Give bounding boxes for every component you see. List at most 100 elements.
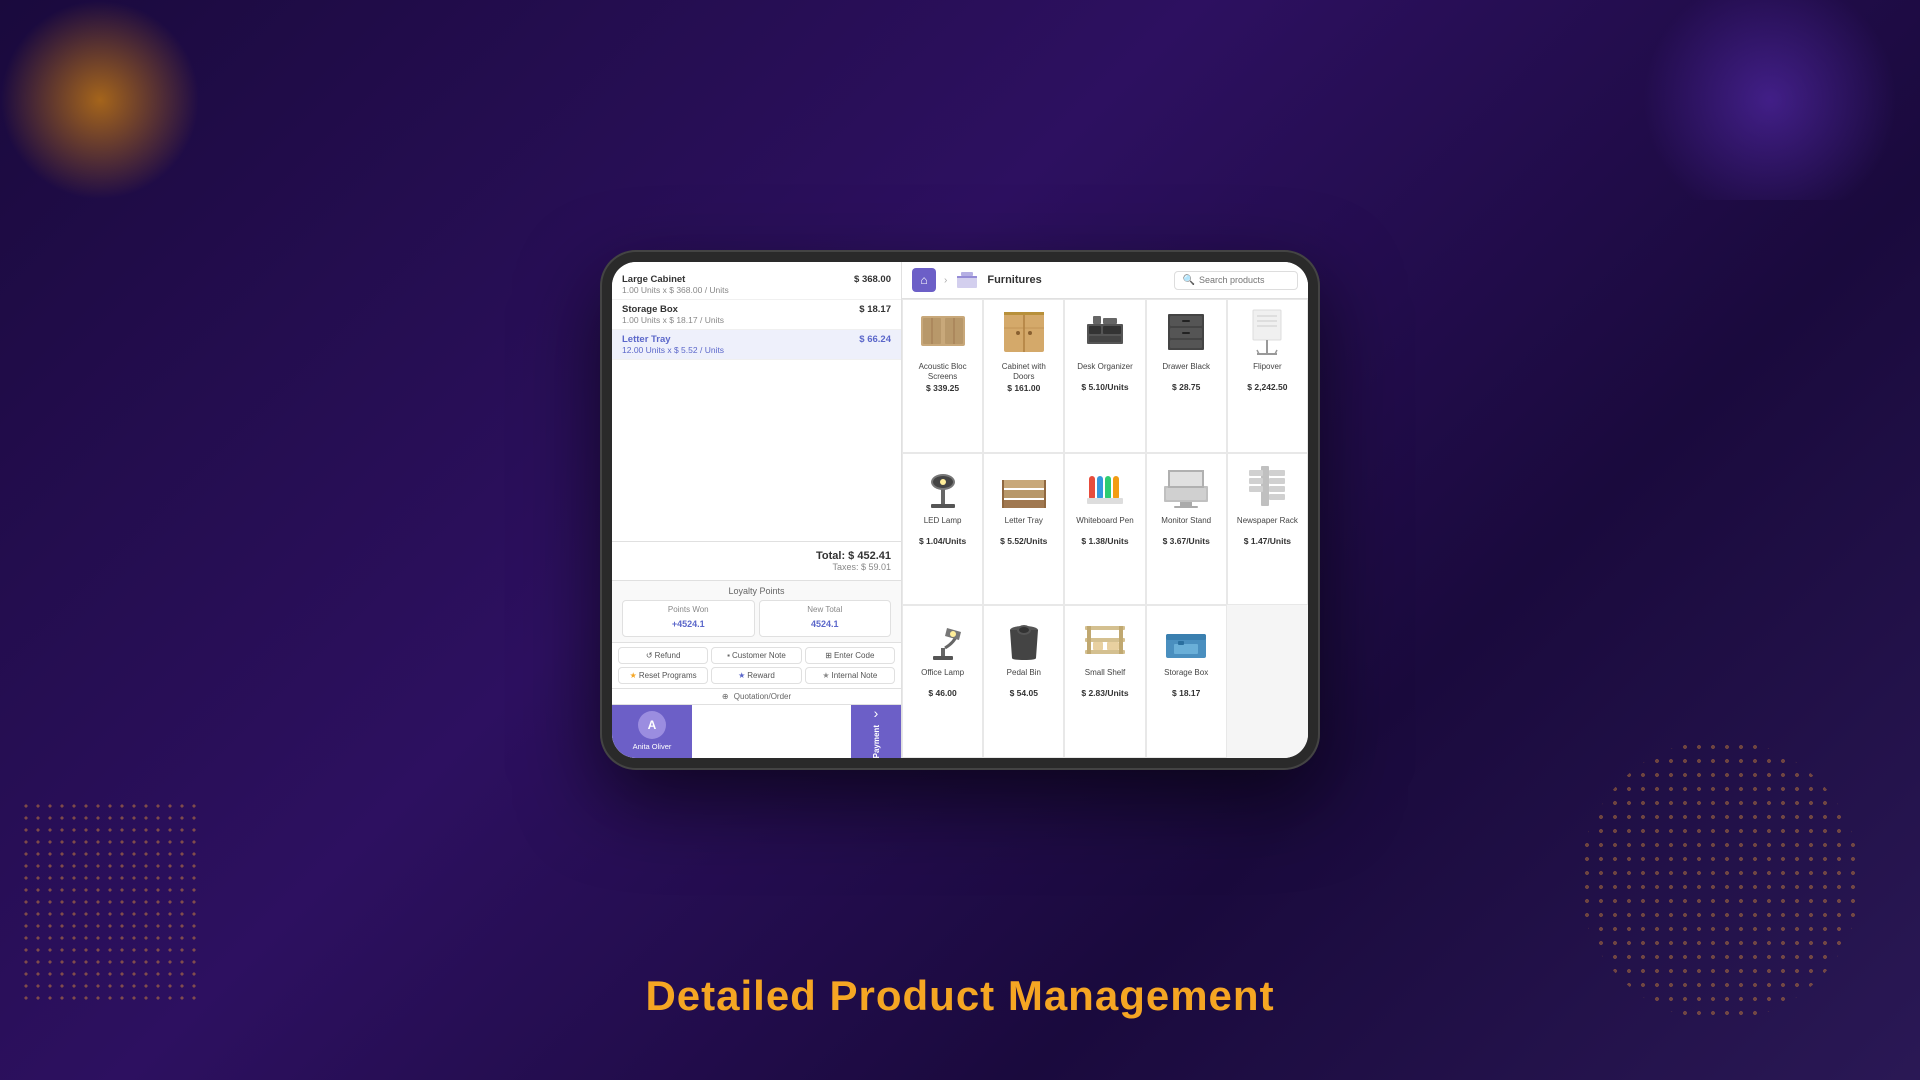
product-card-officelamp[interactable]: Office Lamp $ 46.00 [902, 605, 983, 758]
product-card-flipover[interactable]: Flipover $ 2,242.50 [1227, 299, 1308, 453]
points-won-box: Points Won +4524.1 [622, 600, 755, 637]
product-image-cabinet [998, 306, 1050, 358]
tablet-frame: Large Cabinet $ 368.00 1.00 Units x $ 36… [600, 250, 1320, 770]
points-won-value: +4524.1 [672, 619, 705, 629]
product-image-acoustic [917, 306, 969, 358]
bg-dots-left [20, 800, 200, 1000]
bg-glow-right [1620, 0, 1920, 200]
tablet-screen: Large Cabinet $ 368.00 1.00 Units x $ 36… [612, 262, 1308, 758]
enter-code-button[interactable]: Enter Code [805, 647, 895, 664]
products-panel: ⌂ › Furnitures 🔍 [902, 262, 1308, 758]
search-box[interactable]: 🔍 [1174, 271, 1298, 290]
home-button[interactable]: ⌂ [912, 268, 936, 292]
product-price: $ 339.25 [926, 383, 959, 393]
product-price: $ 3.67/Units [1163, 536, 1210, 546]
product-price: $ 5.52/Units [1000, 536, 1047, 546]
points-won-label: Points Won [629, 605, 748, 614]
product-grid: Acoustic Bloc Screens $ 339.25 [902, 299, 1308, 758]
taxes-value: $ 59.01 [861, 562, 891, 572]
bg-dots-right [1580, 740, 1860, 1020]
product-card-shelf[interactable]: Small Shelf $ 2.83/Units [1064, 605, 1145, 758]
action-buttons: Refund Customer Note Enter Code Reset Pr… [612, 642, 901, 688]
payment-label: Payment [872, 725, 881, 758]
product-price: $ 18.17 [1172, 688, 1200, 698]
product-name: Monitor Stand [1161, 516, 1211, 534]
product-image-tray [998, 460, 1050, 512]
order-item[interactable]: Storage Box $ 18.17 1.00 Units x $ 18.17… [612, 300, 901, 330]
order-item-price: $ 368.00 [854, 274, 891, 285]
reset-programs-button[interactable]: Reset Programs [618, 667, 708, 684]
search-input[interactable] [1199, 275, 1289, 285]
order-panel: Large Cabinet $ 368.00 1.00 Units x $ 36… [612, 262, 902, 758]
product-image-flipover [1241, 306, 1293, 358]
product-name: Storage Box [1164, 668, 1208, 686]
numpad [692, 705, 851, 758]
product-card-tray[interactable]: Letter Tray $ 5.52/Units [983, 453, 1064, 606]
product-image-storage [1160, 612, 1212, 664]
tag-icon: ⊕ [722, 692, 729, 701]
order-item-detail: 1.00 Units x $ 18.17 / Units [622, 315, 891, 325]
product-card-monitor[interactable]: Monitor Stand $ 3.67/Units [1146, 453, 1227, 606]
product-card-lamp[interactable]: LED Lamp $ 1.04/Units [902, 453, 983, 606]
product-price: $ 46.00 [928, 688, 956, 698]
payment-chevron-icon: › [874, 705, 879, 721]
product-card-bin[interactable]: Pedal Bin $ 54.05 [983, 605, 1064, 758]
order-item-detail: 12.00 Units x $ 5.52 / Units [622, 345, 891, 355]
order-total: Total: $ 452.41 Taxes: $ 59.01 [612, 541, 901, 580]
search-icon: 🔍 [1183, 275, 1195, 286]
product-price: $ 2.83/Units [1081, 688, 1128, 698]
product-name: Office Lamp [921, 668, 964, 686]
order-item-highlighted[interactable]: Letter Tray $ 66.24 12.00 Units x $ 5.52… [612, 330, 901, 360]
product-image-pen [1079, 460, 1131, 512]
product-price: $ 1.04/Units [919, 536, 966, 546]
internal-note-button[interactable]: Internal Note [805, 667, 895, 684]
product-name: Newspaper Rack [1237, 516, 1298, 534]
order-item-name: Storage Box [622, 304, 678, 315]
product-image-newspaper [1241, 460, 1293, 512]
total-label: Total: [816, 550, 845, 562]
product-name: Pedal Bin [1007, 668, 1041, 686]
product-card-pen[interactable]: Whiteboard Pen $ 1.38/Units [1064, 453, 1145, 606]
product-header: ⌂ › Furnitures 🔍 [902, 262, 1308, 299]
order-item-name: Letter Tray [622, 334, 671, 345]
category-icon [955, 268, 979, 292]
order-item[interactable]: Large Cabinet $ 368.00 1.00 Units x $ 36… [612, 270, 901, 300]
product-card-acoustic[interactable]: Acoustic Bloc Screens $ 339.25 [902, 299, 983, 453]
product-price: $ 1.38/Units [1081, 536, 1128, 546]
product-price: $ 54.05 [1010, 688, 1038, 698]
customer-area[interactable]: A Anita Oliver [612, 705, 692, 758]
payment-button[interactable]: › Payment [851, 705, 901, 758]
product-name: Drawer Black [1162, 362, 1210, 380]
product-card-cabinet[interactable]: Cabinet with Doors $ 161.00 [983, 299, 1064, 453]
order-item-price: $ 18.17 [859, 304, 891, 315]
total-value: $ 452.41 [848, 550, 891, 562]
breadcrumb-arrow: › [944, 275, 947, 286]
bg-glow-left [0, 0, 200, 200]
order-items-list: Large Cabinet $ 368.00 1.00 Units x $ 36… [612, 262, 901, 541]
product-image-officelamp [917, 612, 969, 664]
product-image-drawer [1160, 306, 1212, 358]
product-card-newspaper[interactable]: Newspaper Rack $ 1.47/Units [1227, 453, 1308, 606]
product-name: Small Shelf [1085, 668, 1125, 686]
customer-note-button[interactable]: Customer Note [711, 647, 801, 664]
pos-container: Large Cabinet $ 368.00 1.00 Units x $ 36… [612, 262, 1308, 758]
product-price: $ 2,242.50 [1247, 382, 1287, 392]
new-total-value: 4524.1 [811, 619, 839, 629]
product-name: Acoustic Bloc Screens [909, 362, 976, 381]
loyalty-title: Loyalty Points [622, 586, 891, 596]
reward-button[interactable]: Reward [711, 667, 801, 684]
product-name: Whiteboard Pen [1076, 516, 1133, 534]
order-item-price: $ 66.24 [859, 334, 891, 345]
product-card-drawer[interactable]: Drawer Black $ 28.75 [1146, 299, 1227, 453]
category-name: Furnitures [987, 274, 1165, 286]
product-name: LED Lamp [924, 516, 962, 534]
refund-button[interactable]: Refund [618, 647, 708, 664]
product-card-desk[interactable]: Desk Organizer $ 5.10/Units [1064, 299, 1145, 453]
product-image-bin [998, 612, 1050, 664]
product-name: Desk Organizer [1077, 362, 1133, 380]
product-card-storage[interactable]: Storage Box $ 18.17 [1146, 605, 1227, 758]
taxes-label: Taxes: [832, 562, 858, 572]
product-price: $ 5.10/Units [1081, 382, 1128, 392]
product-image-lamp [917, 460, 969, 512]
quotation-button[interactable]: ⊕ Quotation/Order [612, 688, 901, 704]
